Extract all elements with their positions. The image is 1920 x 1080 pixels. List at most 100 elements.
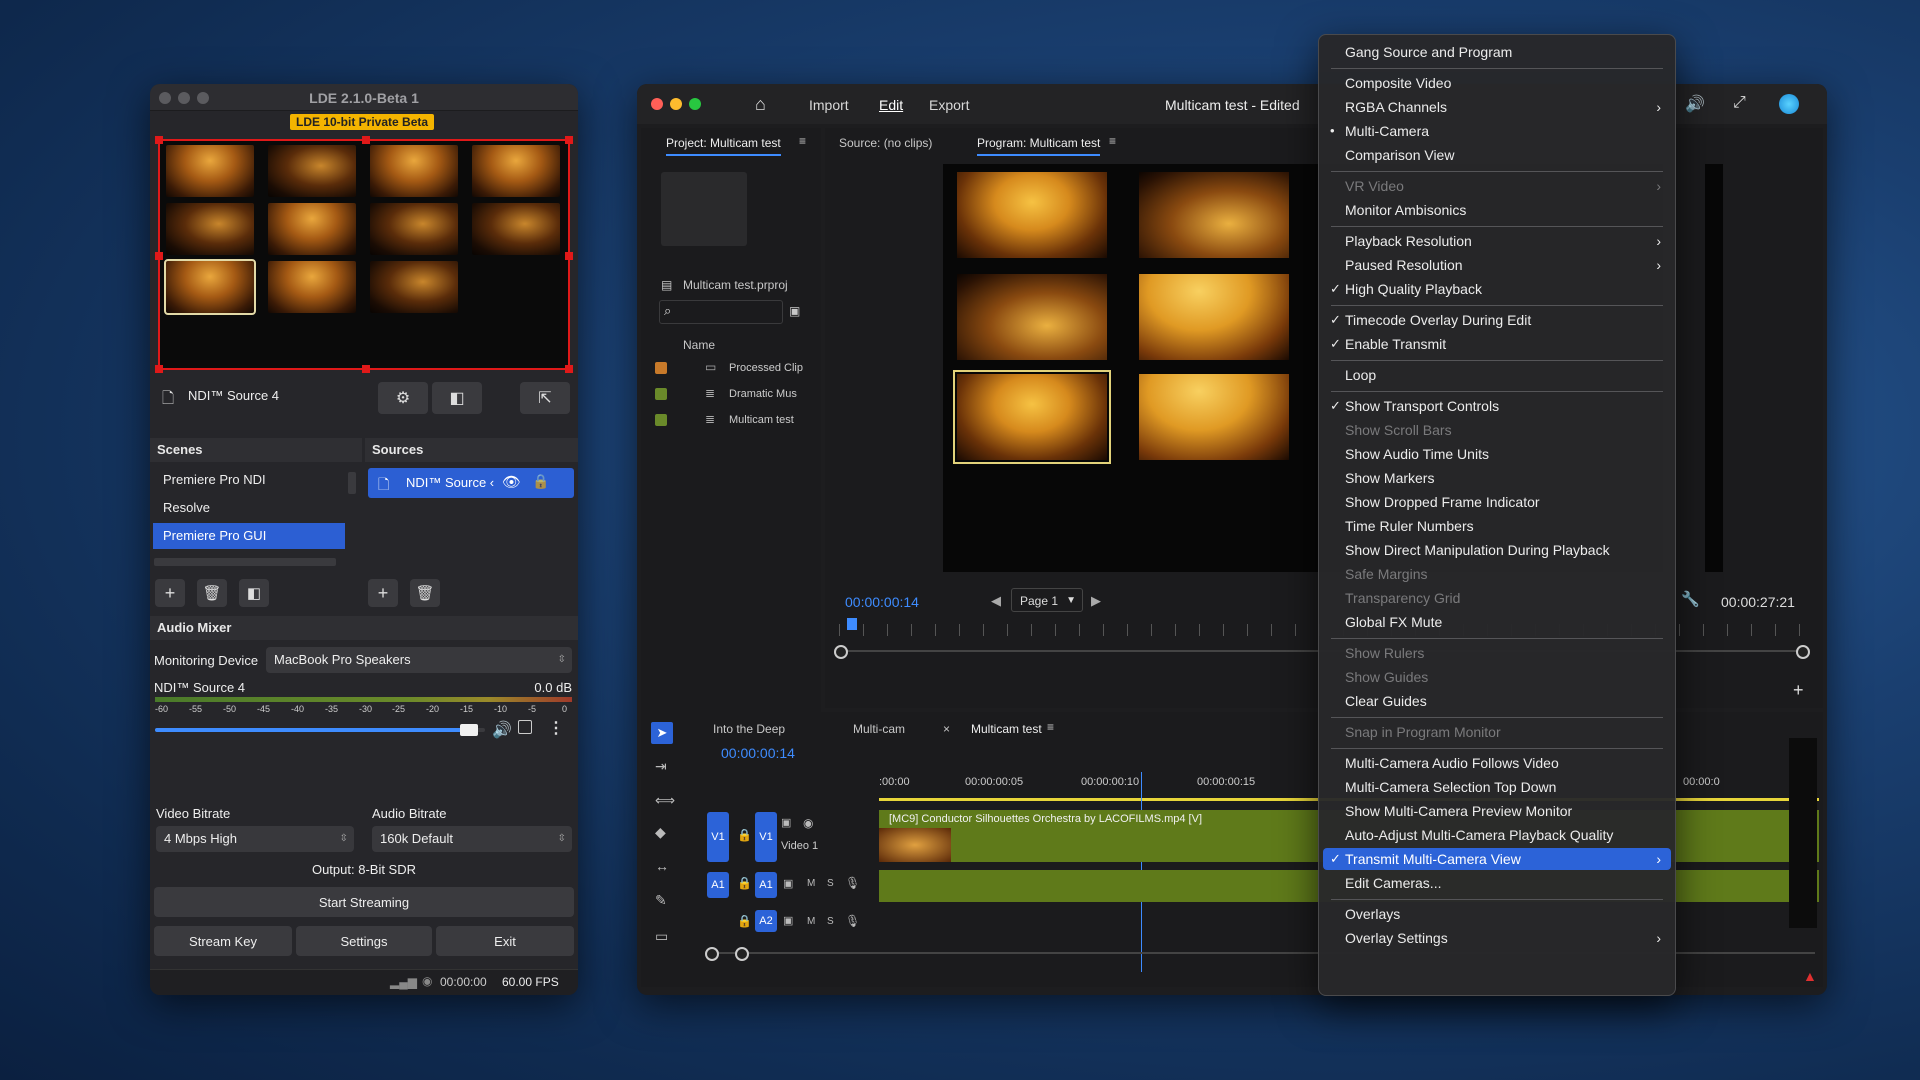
menu-item[interactable]: Show Markers — [1323, 467, 1671, 489]
add-scene-button[interactable]: + — [155, 579, 185, 607]
menu-item[interactable]: Edit Cameras... — [1323, 872, 1671, 894]
resize-handle[interactable] — [362, 365, 370, 373]
scroll-bar[interactable] — [348, 472, 356, 494]
tab-program[interactable]: Program: Multicam test — [977, 136, 1101, 156]
microphone-icon[interactable]: 🎙 — [845, 914, 860, 928]
bin-item[interactable]: ▭ Processed Clip — [649, 358, 817, 380]
menu-item[interactable]: ✓ Timecode Overlay During Edit — [1323, 309, 1671, 331]
razor-icon[interactable]: ◆ — [655, 824, 666, 841]
scene-item-active[interactable]: Premiere Pro GUI — [153, 523, 345, 549]
menu-item[interactable]: Auto-Adjust Multi-Camera Playback Qualit… — [1323, 824, 1671, 846]
scene-layout-button[interactable]: ◧ — [239, 579, 269, 607]
menu-item[interactable]: Gang Source and Program — [1323, 41, 1671, 63]
home-icon[interactable]: ⌂ — [755, 94, 766, 115]
menu-item[interactable]: Playback Resolution › — [1323, 230, 1671, 252]
camera-angle[interactable] — [1139, 274, 1289, 360]
eye-icon[interactable]: ◉ — [803, 816, 813, 830]
project-search-input[interactable]: ⌕ — [659, 300, 783, 324]
volume-slider[interactable] — [155, 724, 485, 736]
close-icon[interactable]: × — [943, 722, 950, 736]
monitoring-device-select[interactable]: MacBook Pro Speakers ⇳ — [266, 647, 572, 673]
solo-toggle[interactable]: S — [827, 916, 834, 927]
camera-angle[interactable] — [957, 172, 1107, 258]
settings-button[interactable]: ⚙ — [378, 382, 428, 414]
delete-source-button[interactable]: 🗑 — [410, 579, 440, 607]
menu-import[interactable]: Import — [809, 97, 849, 113]
add-button-icon[interactable]: + — [1793, 680, 1804, 701]
video-bitrate-select[interactable]: 4 Mbps High ⇳ — [156, 826, 354, 852]
menu-export[interactable]: Export — [929, 97, 969, 113]
playhead[interactable] — [847, 618, 857, 630]
scroll-handle[interactable] — [1796, 645, 1810, 659]
track-v1[interactable]: V1 — [755, 812, 777, 862]
lock-icon[interactable]: 🔒 — [737, 914, 752, 928]
selection-tool-icon[interactable]: ➤ — [651, 722, 673, 744]
sequence-tab[interactable]: Into the Deep — [713, 722, 785, 736]
sequence-tab[interactable]: Multi-cam — [853, 722, 905, 736]
menu-item[interactable]: ✓ High Quality Playback — [1323, 278, 1671, 300]
new-bin-icon[interactable]: ▣ — [789, 304, 800, 318]
lock-icon[interactable]: 🔒 — [737, 828, 752, 842]
hamburger-icon[interactable]: ≡ — [1109, 134, 1116, 148]
resize-handle[interactable] — [565, 136, 573, 144]
sequence-tab-active[interactable]: Multicam test — [971, 722, 1042, 736]
eye-icon[interactable]: 👁 — [502, 473, 521, 491]
scene-item[interactable]: Resolve — [153, 495, 345, 521]
label-color-swatch[interactable] — [655, 362, 667, 374]
audio-bitrate-select[interactable]: 160k Default ⇳ — [372, 826, 572, 852]
lock-icon[interactable]: 🔒 — [737, 876, 752, 890]
layout-button[interactable]: ◧ — [432, 382, 482, 414]
menu-item[interactable]: Comparison View — [1323, 144, 1671, 166]
menu-item[interactable]: Multi-Camera Selection Top Down — [1323, 776, 1671, 798]
bin-item[interactable]: ≣ Multicam test — [649, 410, 817, 432]
label-color-swatch[interactable] — [655, 388, 667, 400]
warning-icon[interactable]: ▲ — [1803, 968, 1817, 984]
zoom-dot-icon[interactable] — [689, 98, 701, 110]
camera-angle-active[interactable] — [953, 370, 1111, 464]
bin-item[interactable]: ≣ Dramatic Mus — [649, 384, 817, 406]
menu-item[interactable]: Multi-Camera Audio Follows Video — [1323, 752, 1671, 774]
scene-item[interactable]: Premiere Pro NDI — [153, 467, 345, 493]
stream-key-button[interactable]: Stream Key — [154, 926, 292, 956]
menu-item[interactable]: Loop — [1323, 364, 1671, 386]
menu-item[interactable]: Composite Video — [1323, 72, 1671, 94]
add-source-button[interactable]: + — [368, 579, 398, 607]
menu-item[interactable]: Overlay Settings › — [1323, 927, 1671, 949]
program-timecode[interactable]: 00:00:00:14 — [845, 594, 919, 610]
menu-item[interactable]: Global FX Mute — [1323, 611, 1671, 633]
menu-item[interactable]: Show Audio Time Units — [1323, 443, 1671, 465]
camera-angle[interactable] — [957, 274, 1107, 360]
menu-item[interactable]: Monitor Ambisonics — [1323, 199, 1671, 221]
resize-handle[interactable] — [155, 136, 163, 144]
resize-handle[interactable] — [155, 365, 163, 373]
menu-item[interactable]: Clear Guides — [1323, 690, 1671, 712]
scroll-handle[interactable] — [735, 947, 749, 961]
tab-source[interactable]: Source: (no clips) — [839, 136, 932, 150]
film-icon[interactable]: ▣ — [783, 914, 793, 927]
menu-item[interactable]: ✓ Enable Transmit — [1323, 333, 1671, 355]
track-target-a1[interactable]: A1 — [707, 872, 729, 898]
timeline-timecode[interactable]: 00:00:00:14 — [721, 745, 795, 761]
menu-item[interactable]: Time Ruler Numbers — [1323, 515, 1671, 537]
pen-icon[interactable]: ✎ — [655, 892, 667, 909]
camera-angle[interactable] — [1139, 172, 1289, 258]
popout-button[interactable]: ⇱ — [520, 382, 570, 414]
close-dot-icon[interactable] — [651, 98, 663, 110]
exit-button[interactable]: Exit — [436, 926, 574, 956]
user-avatar[interactable] — [1779, 94, 1799, 114]
minimize-dot-icon[interactable] — [670, 98, 682, 110]
more-vertical-icon[interactable]: ⋮ — [548, 718, 564, 738]
track-target-v1[interactable]: V1 — [707, 812, 729, 862]
solo-toggle[interactable]: S — [827, 878, 834, 889]
track-a2[interactable]: A2 — [755, 910, 777, 932]
mute-toggle[interactable]: M — [807, 916, 815, 927]
volume-slider-handle[interactable] — [460, 724, 478, 736]
menu-item[interactable]: Paused Resolution › — [1323, 254, 1671, 276]
film-icon[interactable]: ▣ — [783, 877, 793, 890]
fullscreen-icon[interactable]: ⤢ — [1733, 94, 1746, 112]
mute-toggle[interactable]: M — [807, 878, 815, 889]
resize-handle[interactable] — [565, 365, 573, 373]
delete-scene-button[interactable]: 🗑 — [197, 579, 227, 607]
resize-handle[interactable] — [155, 252, 163, 260]
scroll-handle[interactable] — [705, 947, 719, 961]
